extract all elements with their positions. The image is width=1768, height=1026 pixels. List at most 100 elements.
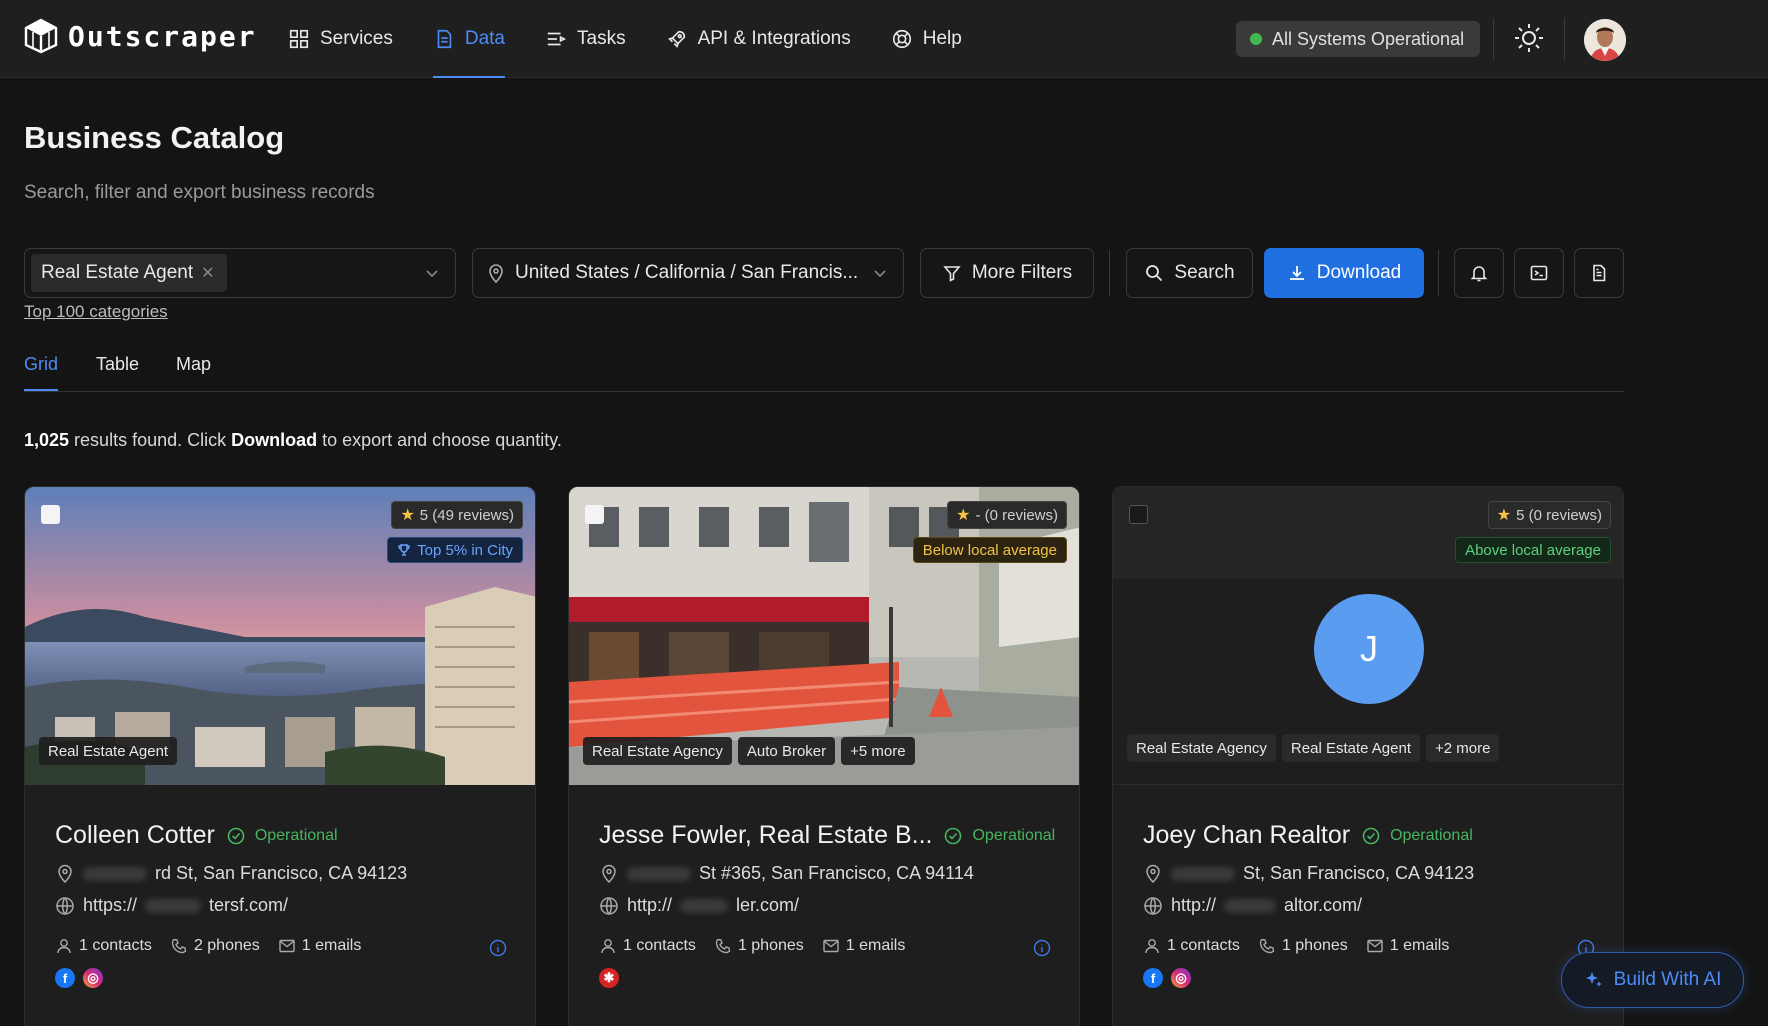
instagram-icon[interactable]: ◎ [83,968,103,988]
contacts-count[interactable]: 1 contacts [1143,937,1240,955]
nav-services[interactable]: Services [272,0,409,78]
rocket-icon [667,30,685,48]
location-pin-icon [489,264,503,283]
download-button[interactable]: Download [1264,248,1424,298]
user-avatar[interactable] [1584,19,1626,61]
results-count: 1,025 [24,430,70,450]
phone-icon [715,938,731,954]
business-card[interactable]: ★ - (0 reviews) Below local average Real… [568,486,1080,1026]
business-name[interactable]: Colleen Cotter [55,821,215,850]
search-label: Search [1174,262,1235,283]
contact-counts: 1 contacts 2 phones 1 emails [55,937,361,955]
website-prefix: http:// [1171,895,1217,915]
main-nav: Services Data Tasks API & Integrations H… [272,0,986,78]
contacts-count[interactable]: 1 contacts [55,937,152,955]
contacts-count[interactable]: 1 contacts [599,937,696,955]
phones-count[interactable]: 1 phones [714,937,804,955]
tab-map[interactable]: Map [176,354,211,389]
local-comparison-badge: Below local average [912,537,1067,563]
select-checkbox[interactable] [585,505,604,524]
business-title-row: Colleen Cotter Operational [55,821,338,850]
select-checkbox[interactable] [1129,505,1148,524]
info-icon[interactable] [489,939,507,957]
user-icon [57,939,71,954]
mail-icon [1367,939,1383,953]
website-suffix: altor.com/ [1284,895,1363,915]
business-card[interactable]: ★ 5 (0 reviews) Above local average J Re… [1112,486,1624,1026]
nav-data[interactable]: Data [417,0,521,78]
system-status-badge[interactable]: All Systems Operational [1236,21,1481,57]
docs-button[interactable] [1574,248,1624,298]
view-tabs: Grid Table Map [24,352,1624,392]
website-suffix: ler.com/ [736,895,800,915]
business-card[interactable]: ★ 5 (49 reviews) Top 5% in City Real Est… [24,486,536,1026]
business-name[interactable]: Joey Chan Realtor [1143,821,1350,850]
address-line: St #365, San Francisco, CA 94114 [599,863,974,884]
redacted-text [83,866,147,881]
api-console-button[interactable] [1514,248,1564,298]
website-line[interactable]: http:// altor.com/ [1143,895,1362,916]
more-filters-button[interactable]: More Filters [920,248,1094,298]
business-photo: ★ - (0 reviews) Below local average Real… [569,487,1079,785]
social-links: f ◎ [1143,968,1191,988]
category-tags: Real Estate Agent [39,737,178,765]
phones-text: 2 phones [193,937,260,954]
facebook-icon[interactable]: f [55,968,75,988]
category-chip[interactable]: Real Estate Agent ✕ [31,254,227,292]
instagram-icon[interactable]: ◎ [1171,968,1191,988]
notifications-button[interactable] [1454,248,1504,298]
phones-count[interactable]: 1 phones [1258,937,1348,955]
comparison-badge-text: Below local average [922,541,1057,559]
nav-api-integrations[interactable]: API & Integrations [650,0,867,78]
remove-chip-icon[interactable]: ✕ [201,263,214,283]
emails-count[interactable]: 1 emails [1366,937,1449,955]
file-text-icon [1593,264,1606,282]
info-icon[interactable] [1033,939,1051,957]
nav-tasks[interactable]: Tasks [529,0,642,78]
rating-badge: ★ - (0 reviews) [947,501,1067,529]
website-line[interactable]: https:// tersf.com/ [55,895,288,916]
category-tag: Real Estate Agency [583,737,732,765]
rating-badge: ★ 5 (0 reviews) [1487,501,1611,529]
category-select[interactable]: Real Estate Agent ✕ [24,248,456,298]
location-pin-icon [1146,864,1160,883]
chevron-down-icon [874,270,886,278]
download-label: Download [1316,262,1402,283]
redacted-text [1171,866,1235,881]
emails-count[interactable]: 1 emails [822,937,906,955]
emails-text: 1 emails [845,937,906,954]
top-categories-link[interactable]: Top 100 categories [24,302,168,322]
business-photo: ★ 5 (49 reviews) Top 5% in City Real Est… [25,487,535,785]
more-categories-tag[interactable]: +5 more [841,737,915,765]
yelp-icon[interactable]: ✱ [599,968,619,988]
address-line: rd St, San Francisco, CA 94123 [55,863,407,884]
trophy-icon [398,544,410,556]
phones-count[interactable]: 2 phones [170,937,260,955]
select-checkbox[interactable] [41,505,60,524]
category-tag: Real Estate Agent [1281,734,1421,762]
location-pin-icon [58,864,72,883]
star-icon: ★ [400,507,415,524]
search-button[interactable]: Search [1126,248,1253,298]
facebook-icon[interactable]: f [1143,968,1163,988]
globe-icon [1144,896,1162,915]
check-circle-icon [1362,827,1380,844]
business-name[interactable]: Jesse Fowler, Real Estate B... [599,821,932,850]
location-select[interactable]: United States / California / San Francis… [472,248,904,298]
rating-badge: ★ 5 (49 reviews) [391,501,523,529]
tab-grid[interactable]: Grid [24,354,59,391]
divider [1564,18,1565,60]
app-logo[interactable]: Outscraper [24,18,257,54]
category-tags: Real Estate Agency Real Estate Agent +2 … [1127,734,1500,762]
nav-help[interactable]: Help [875,0,978,78]
website-suffix: tersf.com/ [209,895,289,915]
theme-toggle-sun-icon[interactable] [1513,22,1545,54]
build-with-ai-button[interactable]: Build With AI [1561,952,1744,1008]
emails-count[interactable]: 1 emails [278,937,361,955]
results-download-word: Download [231,430,318,450]
tab-table[interactable]: Table [96,354,139,389]
more-categories-tag[interactable]: +2 more [1426,734,1500,762]
comparison-badge-text: Above local average [1465,541,1601,559]
terminal-icon [1530,265,1548,281]
website-line[interactable]: http:// ler.com/ [599,895,799,916]
